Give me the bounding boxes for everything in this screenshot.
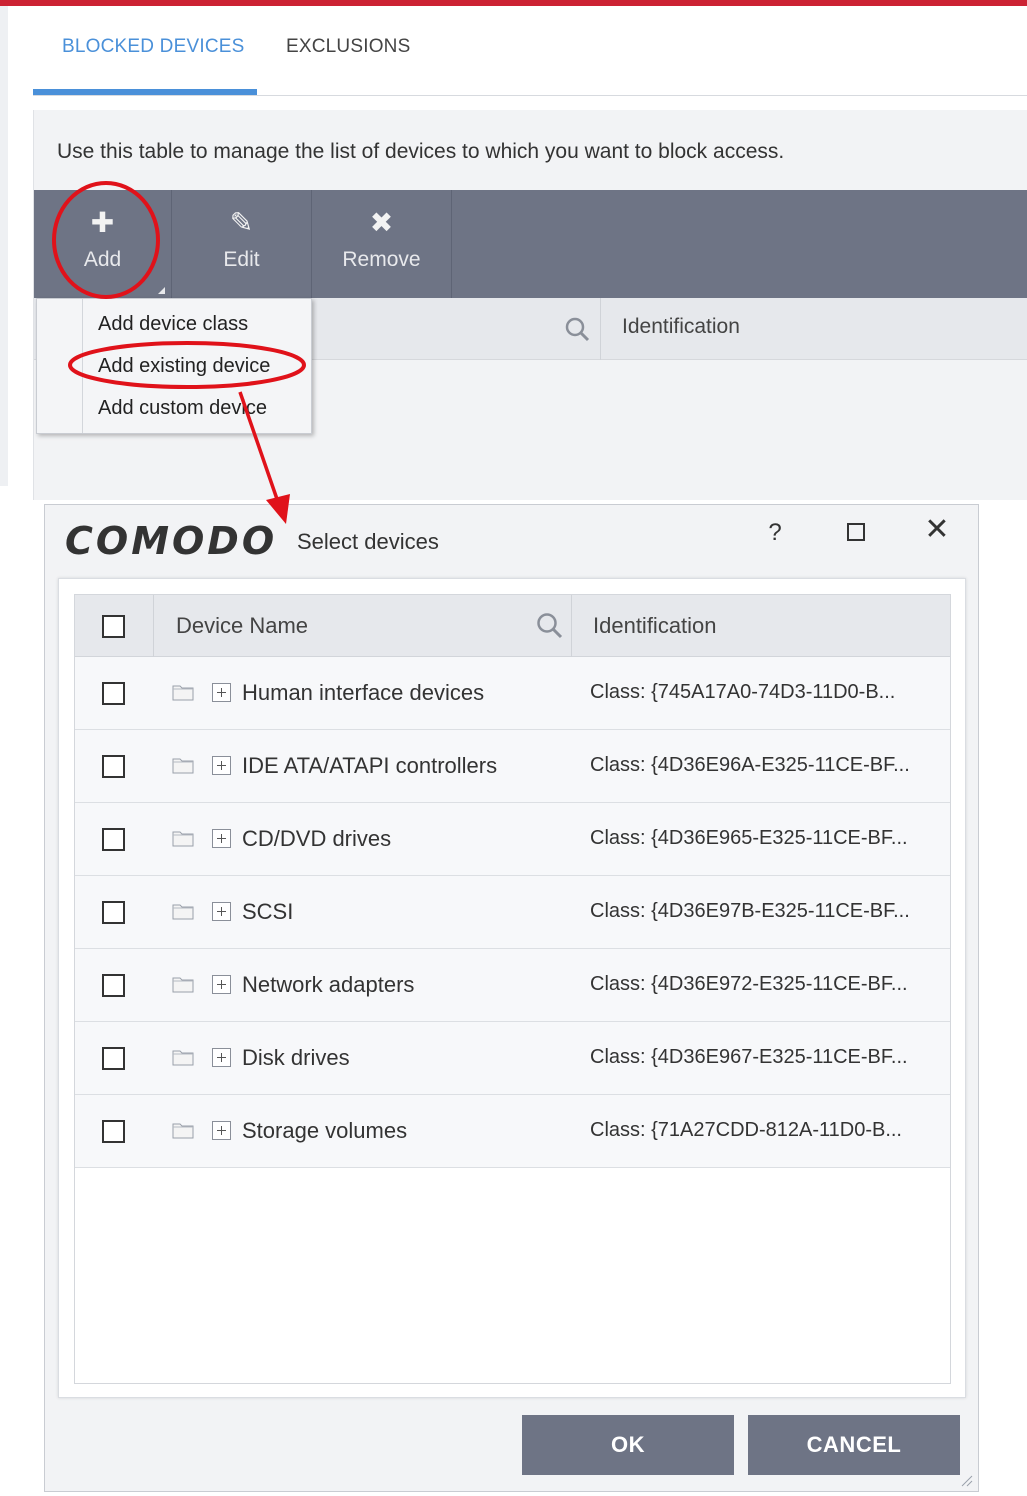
resize-grip-icon[interactable]	[957, 1471, 973, 1487]
plus-icon: ✚	[90, 207, 115, 238]
folder-icon	[172, 1050, 194, 1066]
identification-column-header[interactable]: Identification	[593, 613, 717, 639]
close-button[interactable]: ✕	[923, 515, 951, 545]
search-icon[interactable]	[535, 611, 563, 639]
device-identification: Class: {4D36E96A-E325-11CE-BF...	[590, 754, 910, 776]
tab-bar: BLOCKED DEVICES EXCLUSIONS	[33, 6, 1027, 96]
row-checkbox[interactable]	[102, 901, 125, 924]
device-identification: Class: {4D36E97B-E325-11CE-BF...	[590, 900, 910, 922]
expand-icon[interactable]	[212, 1121, 231, 1140]
device-identification: Class: {745A17A0-74D3-11D0-B...	[590, 681, 896, 703]
table-row[interactable]: SCSI Class: {4D36E97B-E325-11CE-BF...	[75, 876, 950, 949]
folder-icon	[172, 685, 194, 701]
device-name: Disk drives	[242, 1045, 350, 1070]
device-identification: Class: {71A27CDD-812A-11D0-B...	[590, 1119, 902, 1141]
expand-icon[interactable]	[212, 756, 231, 775]
x-icon: ✖	[369, 207, 394, 238]
menu-item-add-device-class[interactable]: Add device class	[98, 313, 248, 336]
active-tab-indicator	[33, 89, 257, 95]
device-identification: Class: {4D36E972-E325-11CE-BF...	[590, 973, 908, 995]
table-row[interactable]: CD/DVD drives Class: {4D36E965-E325-11CE…	[75, 803, 950, 876]
column-separator	[571, 595, 572, 657]
device-list-container: Device Name Identification Human interfa…	[58, 578, 966, 1398]
cancel-button[interactable]: CANCEL	[748, 1415, 960, 1475]
identification-column-header[interactable]: Identification	[622, 315, 740, 339]
device-name: Human interface devices	[242, 680, 485, 705]
menu-item-add-existing-device[interactable]: Add existing device	[98, 355, 270, 378]
expand-icon[interactable]	[212, 1048, 231, 1067]
dropdown-caret-icon	[158, 287, 165, 294]
comodo-logo: COMODO	[65, 519, 278, 563]
folder-icon	[172, 831, 194, 847]
folder-icon	[172, 904, 194, 920]
ok-button[interactable]: OK	[522, 1415, 734, 1475]
help-button[interactable]: ?	[763, 519, 787, 547]
add-button-label: Add	[83, 248, 122, 271]
expand-icon[interactable]	[212, 975, 231, 994]
tab-exclusions[interactable]: EXCLUSIONS	[286, 36, 410, 58]
search-icon[interactable]	[564, 316, 590, 342]
table-row[interactable]: Network adapters Class: {4D36E972-E325-1…	[75, 949, 950, 1022]
add-button[interactable]: ✚ Add	[34, 190, 172, 298]
device-name: IDE ATA/ATAPI controllers	[242, 753, 498, 778]
panel-description: Use this table to manage the list of dev…	[57, 140, 785, 163]
device-name: SCSI	[242, 899, 294, 924]
row-checkbox[interactable]	[102, 682, 125, 705]
folder-icon	[172, 758, 194, 774]
column-separator	[600, 298, 601, 360]
row-checkbox[interactable]	[102, 974, 125, 997]
table-row[interactable]: IDE ATA/ATAPI controllers Class: {4D36E9…	[75, 730, 950, 803]
edit-button[interactable]: ✎ Edit	[172, 190, 312, 298]
remove-button[interactable]: ✖ Remove	[312, 190, 452, 298]
menu-gutter	[82, 299, 83, 433]
folder-icon	[172, 977, 194, 993]
device-name-column-header[interactable]: Device Name	[176, 613, 308, 639]
dialog-title: Select devices	[297, 529, 439, 554]
menu-item-add-custom-device[interactable]: Add custom device	[98, 397, 267, 420]
row-checkbox[interactable]	[102, 828, 125, 851]
device-identification: Class: {4D36E967-E325-11CE-BF...	[590, 1046, 908, 1068]
row-checkbox[interactable]	[102, 755, 125, 778]
table-row[interactable]: Storage volumes Class: {71A27CDD-812A-11…	[75, 1095, 950, 1168]
edit-button-label: Edit	[223, 248, 260, 271]
device-name: CD/DVD drives	[242, 826, 392, 851]
device-name: Network adapters	[242, 972, 415, 997]
maximize-button[interactable]	[847, 523, 865, 541]
device-identification: Class: {4D36E965-E325-11CE-BF...	[590, 827, 908, 849]
row-checkbox[interactable]	[102, 1120, 125, 1143]
device-name: Storage volumes	[242, 1118, 408, 1143]
folder-icon	[172, 1123, 194, 1139]
table-row[interactable]: Human interface devices Class: {745A17A0…	[75, 657, 950, 730]
device-table-header: Device Name Identification	[75, 595, 950, 657]
column-separator	[153, 595, 154, 657]
row-checkbox[interactable]	[102, 1047, 125, 1070]
device-table: Device Name Identification Human interfa…	[74, 594, 951, 1384]
add-dropdown-menu: Add device class Add existing device Add…	[36, 298, 312, 434]
pencil-icon: ✎	[229, 207, 254, 238]
expand-icon[interactable]	[212, 683, 231, 702]
table-row[interactable]: Disk drives Class: {4D36E967-E325-11CE-B…	[75, 1022, 950, 1095]
expand-icon[interactable]	[212, 902, 231, 921]
remove-button-label: Remove	[342, 248, 421, 271]
expand-icon[interactable]	[212, 829, 231, 848]
select-devices-dialog: COMODO Select devices ? ✕ Device Name Id…	[44, 504, 979, 1492]
select-all-checkbox[interactable]	[102, 615, 125, 638]
tab-blocked-devices[interactable]: BLOCKED DEVICES	[62, 36, 245, 58]
window-edge	[0, 6, 8, 486]
toolbar: ✚ Add ✎ Edit ✖ Remove	[34, 190, 1027, 298]
